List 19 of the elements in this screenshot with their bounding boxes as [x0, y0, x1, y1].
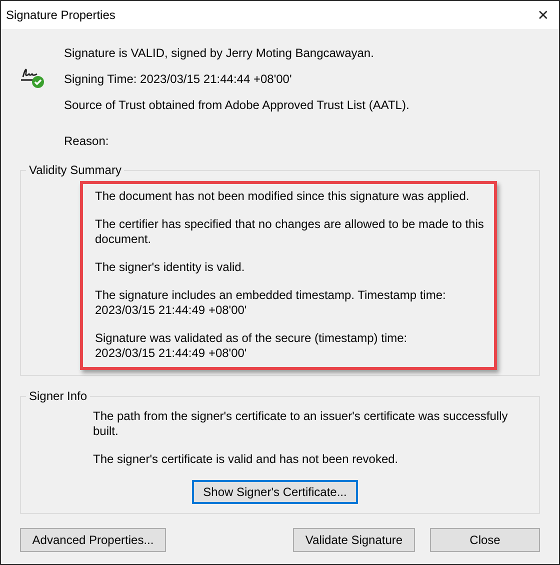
validity-message: The signature includes an embedded timestamp. Timestamp time: 2023/03/15 21:44:49 +08'00' — [95, 288, 447, 318]
group-title: Signer Info — [28, 389, 88, 403]
validity-message: The document has not been modified since this signature was applied. — [95, 189, 470, 204]
dialog-button[interactable]: Close — [430, 528, 540, 552]
dialog-button[interactable]: Advanced Properties... — [20, 528, 166, 552]
signature-info-text: Source of Trust obtained from Adobe Approved Trust List (AATL). — [64, 98, 410, 113]
signature-info-text: Signature is VALID, signed by Jerry Moting Bangcawayan. — [64, 46, 375, 61]
validity-message: The signer's identity is valid. — [95, 260, 246, 275]
close-button[interactable]: ✕ — [537, 6, 549, 24]
signature-info-text: Signing Time: 2023/03/15 21:44:44 +08'00' — [64, 72, 293, 87]
validity-message: The certifier has specified that no changes are allowed to be made to this document. — [95, 217, 482, 247]
show-certificate-button[interactable]: Show Signer's Certificate... — [192, 480, 358, 504]
signature-info-text: Reason: — [64, 134, 110, 149]
dialog-button[interactable]: Validate Signature — [293, 528, 415, 552]
validity-message: Signature was validated as of the secure (timestamp) time: 2023/03/15 21:44:49 +08'00' — [95, 331, 408, 361]
window-title: Signature Properties — [6, 8, 116, 22]
group-title: Validity Summary — [28, 163, 122, 177]
signer-message: The signer's certificate is valid and has not been revoked. — [93, 452, 400, 467]
signer-message: The path from the signer's certificate to an issuer's certificate was successfully built. — [93, 409, 509, 439]
